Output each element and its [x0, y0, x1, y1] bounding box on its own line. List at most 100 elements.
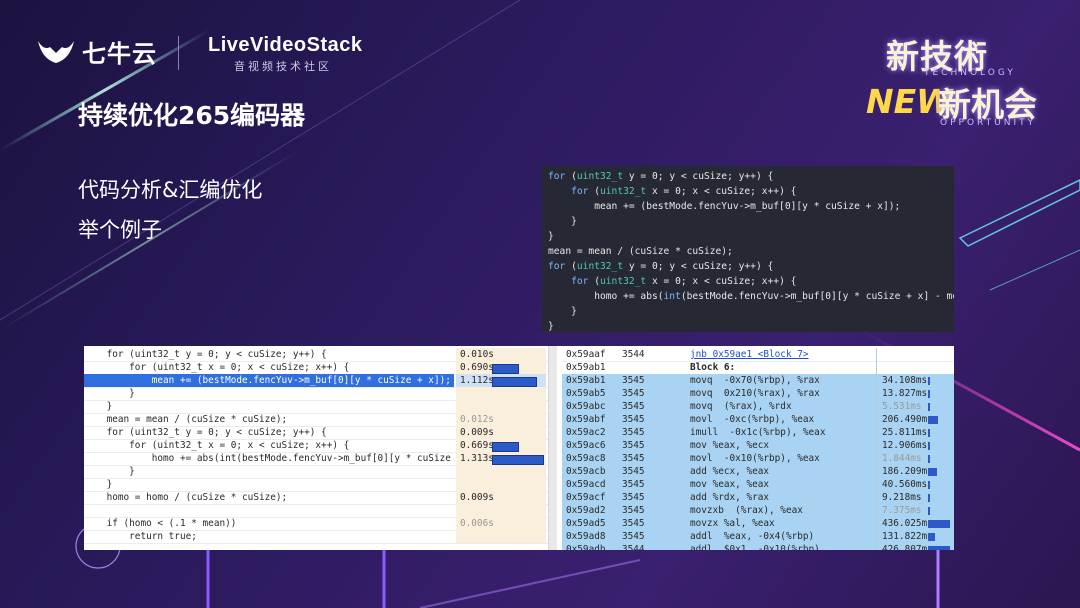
source-line-text: } — [84, 479, 113, 490]
qiniu-logo-text: 七牛云 — [82, 40, 157, 68]
asm-address: 0x59abf — [566, 414, 606, 425]
source-row[interactable]: homo += abs(int(bestMode.fencYuv->m_buf[… — [84, 452, 554, 466]
column-divider — [876, 348, 877, 361]
asm-row[interactable]: 0x59ab5 3545 movq 0x210(%rax), %rax 13.827m… — [562, 387, 954, 401]
code-line: } — [548, 216, 577, 227]
source-row[interactable]: } — [84, 387, 554, 401]
source-line-time: 0.009s — [456, 491, 546, 504]
source-line-time: 1.112s — [456, 374, 546, 387]
asm-time-bar — [928, 546, 950, 550]
source-line-time — [456, 387, 546, 400]
source-line-text: return true; — [84, 531, 197, 542]
asm-row[interactable]: 0x59ab1 3545 movq -0x70(%rbp), %rax 34.108m… — [562, 374, 954, 388]
asm-row[interactable]: 0x59ad2 3545 movzxb (%rax), %eax 7.375ms — [562, 504, 954, 518]
asm-line-number: 3545 — [622, 414, 645, 425]
source-line-text — [84, 504, 454, 517]
source-row[interactable]: for (uint32_t y = 0; y < cuSize; y++) {0… — [84, 348, 554, 362]
asm-instruction[interactable]: jnb 0x59ae1 <Block 7> — [690, 348, 809, 361]
asm-row[interactable]: 0x59acf 3545 add %rdx, %rax 9.218ms — [562, 491, 954, 505]
asm-row[interactable]: 0x59ab1 Block 6: — [562, 361, 954, 375]
source-row[interactable]: mean = mean / (cuSize * cuSize); 0.012s — [84, 413, 554, 427]
asm-instruction: movzx %al, %eax — [690, 518, 775, 529]
asm-line-number: 3545 — [622, 375, 645, 386]
source-line-text: for (uint32_t y = 0; y < cuSize; y++) { — [84, 349, 327, 360]
event-brand-logo: 新技術 TECHNOLOGY NEW 新机会 OPPORTUNITY — [862, 30, 1062, 130]
source-line-text: if (homo < (.1 * mean)) — [84, 518, 237, 529]
time-bar — [492, 364, 519, 374]
asm-time: 131.822ms — [882, 531, 933, 542]
asm-time: 1.844ms — [882, 453, 922, 464]
source-row[interactable]: for (uint32_t x = 0; x < cuSize; x++) {0… — [84, 361, 554, 375]
asm-time: 25.811ms — [882, 427, 928, 438]
column-divider — [876, 387, 877, 400]
pane-splitter[interactable] — [548, 346, 557, 550]
asm-instruction: movq 0x210(%rax), %rax — [690, 388, 820, 399]
source-line-time — [456, 478, 546, 491]
asm-row[interactable]: 0x59adb 3544 addl $0x1, -0x10(%rbp) 426.807… — [562, 543, 954, 550]
source-row[interactable]: for (uint32_t x = 0; x < cuSize; x++) {0… — [84, 439, 554, 453]
asm-row[interactable]: 0x59acb 3545 add %ecx, %eax 186.209ms — [562, 465, 954, 479]
asm-line-number: 3545 — [622, 479, 645, 490]
source-row[interactable] — [84, 504, 554, 518]
source-line-text: mean = mean / (cuSize * cuSize); — [84, 414, 288, 425]
source-line-text: mean += (bestMode.fencYuv->m_buf[0][y * … — [84, 374, 454, 387]
asm-time-bar — [928, 455, 930, 463]
column-divider — [876, 465, 877, 478]
source-line-time — [456, 465, 546, 478]
asm-row[interactable]: 0x59ac2 3545 imull -0x1c(%rbp), %eax 25.811… — [562, 426, 954, 440]
column-divider — [876, 543, 877, 550]
logo-divider — [178, 36, 179, 70]
asm-time-bar — [928, 533, 935, 541]
asm-time: 7.375ms — [882, 505, 922, 516]
asm-line-number: 3545 — [622, 453, 645, 464]
asm-address: 0x59acf — [566, 492, 606, 503]
asm-row[interactable]: 0x59abc 3545 movq (%rax), %rdx 5.531ms — [562, 400, 954, 414]
asm-line-number: 3545 — [622, 401, 645, 412]
asm-line-number: 3545 — [622, 388, 645, 399]
code-line: for (uint32_t y = 0; y < cuSize; y++) { — [548, 261, 774, 272]
column-divider — [876, 400, 877, 413]
asm-instruction: mov %eax, %ecx — [690, 440, 770, 451]
source-row[interactable]: } — [84, 478, 554, 492]
asm-row[interactable]: 0x59ac6 3545 mov %eax, %ecx 12.906ms — [562, 439, 954, 453]
asm-address: 0x59acb — [566, 466, 606, 477]
source-row[interactable]: } — [84, 400, 554, 414]
asm-line-number: 3545 — [622, 427, 645, 438]
source-line-time: 0.690s — [456, 361, 546, 374]
asm-address: 0x59ac8 — [566, 453, 606, 464]
source-row[interactable]: return true; — [84, 530, 554, 544]
asm-time: 13.827ms — [882, 388, 928, 399]
source-row[interactable]: for (uint32_t y = 0; y < cuSize; y++) {0… — [84, 426, 554, 440]
code-line: mean = mean / (cuSize * cuSize); — [548, 246, 733, 257]
code-line: mean += (bestMode.fencYuv->m_buf[0][y * … — [548, 201, 901, 212]
source-line-time — [456, 530, 546, 543]
asm-row[interactable]: 0x59ad5 3545 movzx %al, %eax 436.025ms — [562, 517, 954, 531]
source-row[interactable]: mean += (bestMode.fencYuv->m_buf[0][y * … — [84, 374, 554, 388]
asm-line-number: 3545 — [622, 492, 645, 503]
asm-address: 0x59abc — [566, 401, 606, 412]
asm-row[interactable]: 0x59ac8 3545 movl -0x10(%rbp), %eax 1.844ms — [562, 452, 954, 466]
asm-instruction: addl %eax, -0x4(%rbp) — [690, 531, 815, 542]
asm-address: 0x59ad5 — [566, 518, 606, 529]
source-line-text: } — [84, 401, 113, 412]
asm-instruction: movl -0x10(%rbp), %eax — [690, 453, 820, 464]
asm-row[interactable]: 0x59ad8 3545 addl %eax, -0x4(%rbp) 131.822m… — [562, 530, 954, 544]
asm-instruction: Block 6: — [690, 362, 736, 373]
asm-line-number: 3545 — [622, 440, 645, 451]
source-annotation-pane: for (uint32_t y = 0; y < cuSize; y++) { 0… — [84, 346, 554, 550]
source-row[interactable]: } — [84, 465, 554, 479]
column-divider — [876, 478, 877, 491]
asm-row[interactable]: 0x59abf 3545 movl -0xc(%rbp), %eax 206.490m… — [562, 413, 954, 427]
asm-row[interactable]: 0x59acd 3545 mov %eax, %eax 40.560ms — [562, 478, 954, 492]
source-row[interactable]: homo = homo / (cuSize * cuSize); 0.009s — [84, 491, 554, 505]
asm-line-number: 3545 — [622, 505, 645, 516]
source-line-text: homo += abs(int(bestMode.fencYuv->m_buf[… — [84, 453, 454, 464]
asm-time: 40.560ms — [882, 479, 928, 490]
code-line: homo += abs(int(bestMode.fencYuv->m_buf[… — [548, 291, 954, 302]
asm-time-bar — [928, 520, 950, 528]
source-row[interactable]: if (homo < (.1 * mean)) 0.006s — [84, 517, 554, 531]
column-divider — [876, 504, 877, 517]
asm-row[interactable]: 0x59aaf 3544 jnb 0x59ae1 <Block 7> — [562, 348, 954, 362]
asm-address: 0x59aaf — [566, 349, 606, 360]
asm-instruction: addl $0x1, -0x10(%rbp) — [690, 544, 820, 550]
